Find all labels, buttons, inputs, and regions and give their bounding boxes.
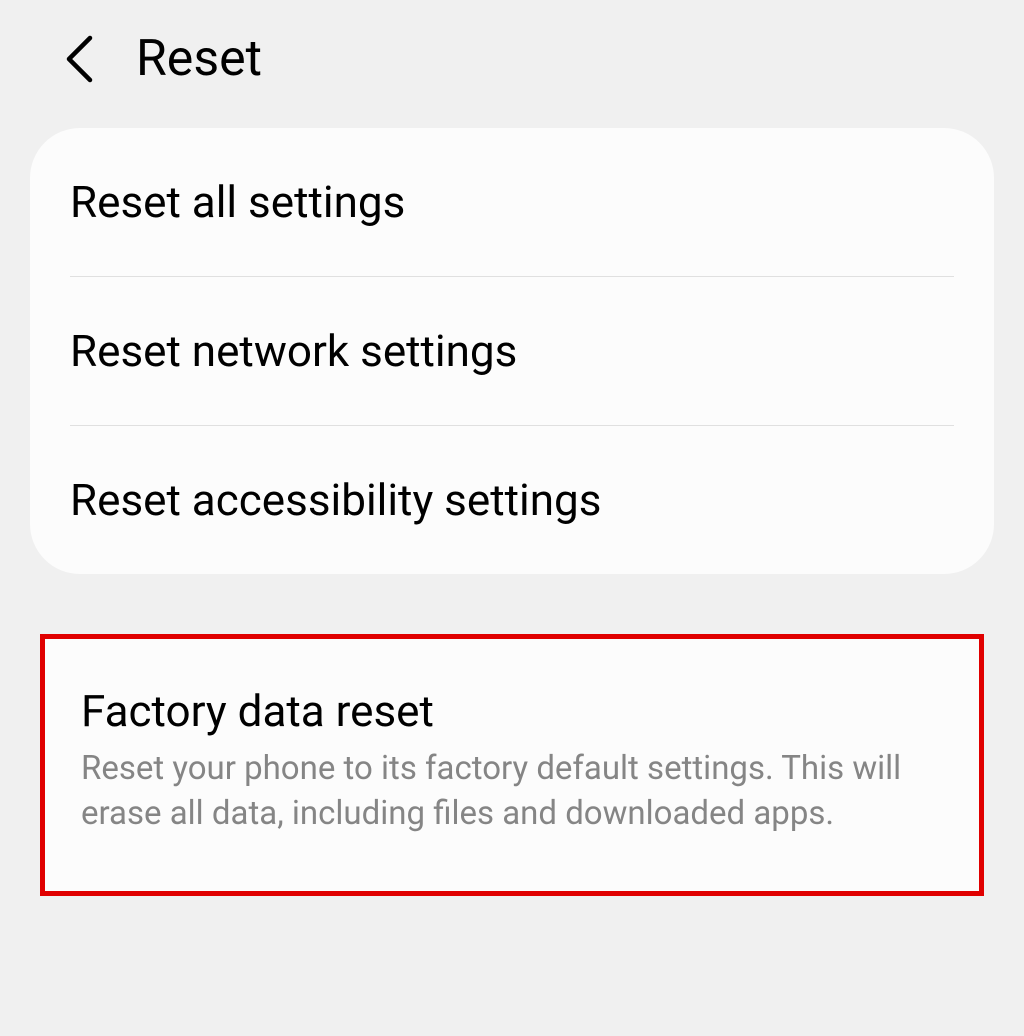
list-item-label: Reset network settings (70, 325, 954, 377)
reset-accessibility-settings[interactable]: Reset accessibility settings (30, 426, 994, 574)
reset-all-settings[interactable]: Reset all settings (30, 128, 994, 276)
settings-group-2: Factory data reset Reset your phone to i… (40, 634, 984, 896)
list-item-description: Reset your phone to its factory default … (81, 747, 939, 836)
page-title: Reset (136, 30, 262, 88)
list-item-label: Reset accessibility settings (70, 474, 954, 526)
list-item-label: Factory data reset (81, 685, 939, 737)
reset-network-settings[interactable]: Reset network settings (30, 277, 994, 425)
back-icon[interactable] (60, 32, 96, 86)
list-item-label: Reset all settings (70, 176, 954, 228)
header: Reset (0, 0, 1024, 128)
factory-data-reset[interactable]: Factory data reset Reset your phone to i… (45, 639, 979, 891)
settings-group-1: Reset all settings Reset network setting… (30, 128, 994, 574)
